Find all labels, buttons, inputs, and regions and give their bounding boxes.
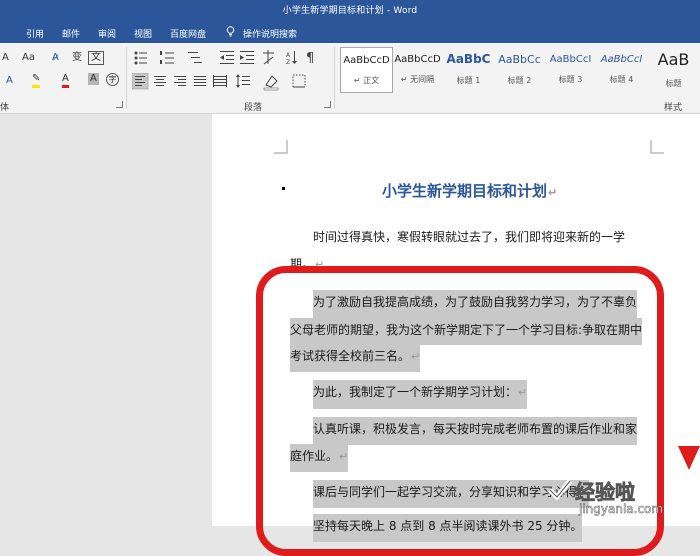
character-shading-button[interactable]: A — [88, 73, 99, 85]
paragraph-group-label: 段落 — [244, 103, 263, 113]
style-sample: AaBbCc — [498, 53, 541, 66]
multilevel-list-icon — [188, 52, 202, 63]
style-sample: AaB — [657, 50, 690, 69]
margin-corner-mark — [274, 140, 288, 154]
window-title: 小学生新学期目标和计划 - Word — [282, 6, 418, 16]
tab-review[interactable]: 审阅 — [98, 27, 116, 40]
shading-icon — [263, 75, 279, 91]
decrease-indent-icon — [220, 51, 234, 64]
justify-icon — [194, 76, 206, 86]
font-group-label: 体 — [0, 103, 10, 113]
phonetic-guide-button[interactable]: 变 — [72, 52, 82, 64]
tab-view[interactable]: 视图 — [134, 27, 152, 40]
align-right-icon — [174, 76, 186, 86]
font-dialog-launcher-icon[interactable] — [116, 101, 123, 108]
align-left-icon — [132, 73, 149, 90]
increase-indent-icon — [240, 51, 254, 64]
align-center-icon — [154, 76, 166, 86]
document-title: 小学生新学期目标和计划↵ — [382, 182, 558, 200]
style-sample: AaBbCcI — [549, 54, 592, 65]
tell-me-search[interactable]: 操作说明搜索 — [243, 27, 297, 40]
chinese-layout-icon — [263, 50, 274, 65]
style-name: 标题 3 — [558, 75, 583, 84]
style-name: 标题 — [665, 79, 682, 88]
change-case-button[interactable]: Aa — [22, 52, 35, 64]
style-name: 标题 1 — [456, 76, 481, 85]
borders-icon — [292, 74, 306, 88]
enclose-characters-icon[interactable]: 字 — [106, 73, 119, 86]
paragraph-row2 — [132, 73, 306, 91]
style-sample: AaBbCcD — [343, 55, 390, 66]
character-border-button[interactable]: 文 — [88, 51, 104, 65]
paragraph-mark: ↵ — [548, 186, 558, 199]
clear-format-icon[interactable]: A̷ — [52, 52, 59, 64]
document-canvas-margin — [0, 114, 212, 526]
tab-references[interactable]: 引用 — [26, 27, 44, 40]
grow-font-button[interactable]: A — [2, 52, 9, 64]
red-arrow-icon — [678, 446, 700, 470]
paragraph-row1: AZ ¶ — [134, 50, 314, 66]
line-spacing-icon — [236, 74, 250, 88]
style-heading-3[interactable]: AaBbCcI 标题 3 — [545, 47, 596, 91]
style-sample: AaBbCcI — [600, 54, 643, 65]
highlight-color-icon[interactable]: ✎ — [32, 73, 41, 88]
svg-text:A: A — [286, 52, 291, 59]
style-title[interactable]: AaB 标题 — [647, 47, 700, 91]
style-name: 标题 2 — [507, 76, 532, 85]
group-divider — [334, 47, 335, 109]
tab-mailings[interactable]: 邮件 — [62, 27, 80, 40]
lightbulb-icon[interactable] — [226, 26, 235, 37]
style-heading-4[interactable]: AaBbCcI 标题 4 — [596, 47, 647, 91]
style-heading-2[interactable]: AaBbCc 标题 2 — [494, 47, 545, 91]
sort-icon: AZ — [286, 51, 297, 66]
style-sample: AaBbCcD — [394, 54, 441, 65]
svg-text:¶: ¶ — [306, 51, 314, 66]
watermark-check-icon — [548, 479, 572, 500]
style-name: 标题 4 — [609, 75, 634, 84]
text-line: 时间过得真快，寒假转眼就过去了，我们即将迎来新的一学 — [313, 230, 626, 244]
title-bar: 小学生新学期目标和计划 - Word 引用 邮件 审阅 视图 百度网盘 操作说明… — [0, 0, 700, 43]
margin-corner-mark — [650, 140, 664, 154]
numbering-icon — [160, 51, 174, 64]
style-no-spacing[interactable]: AaBbCcD ↵ 无间隔 — [392, 47, 443, 91]
watermark-url: jingyanla.com — [579, 502, 664, 517]
style-heading-1[interactable]: AaBbC 标题 1 — [443, 47, 494, 91]
style-name: ↵ 正文 — [353, 76, 380, 85]
styles-group-label: 样式 — [664, 103, 683, 113]
style-sample: AaBbC — [446, 52, 491, 66]
font-color-button[interactable]: A — [62, 73, 69, 88]
group-divider — [126, 47, 127, 109]
style-normal[interactable]: AaBbCcD ↵ 正文 — [340, 47, 393, 93]
text-effects-button[interactable]: A — [6, 75, 13, 87]
svg-text:Z: Z — [286, 59, 290, 66]
tab-baidu-netdisk[interactable]: 百度网盘 — [170, 27, 206, 40]
ribbon: A Aa A̷ 变 文 A ✎ A A 字 体 AZ ¶ 段落 AaBbCcD … — [0, 43, 700, 114]
paragraph-mark-bullet — [282, 187, 285, 190]
style-name: ↵ 无间隔 — [400, 75, 435, 84]
show-formatting-icon: ¶ — [306, 51, 314, 66]
bullets-icon — [134, 51, 147, 65]
watermark-logo: 经验啦 — [575, 480, 636, 505]
distributed-icon — [213, 75, 227, 87]
paragraph-dialog-launcher-icon[interactable] — [324, 101, 331, 108]
